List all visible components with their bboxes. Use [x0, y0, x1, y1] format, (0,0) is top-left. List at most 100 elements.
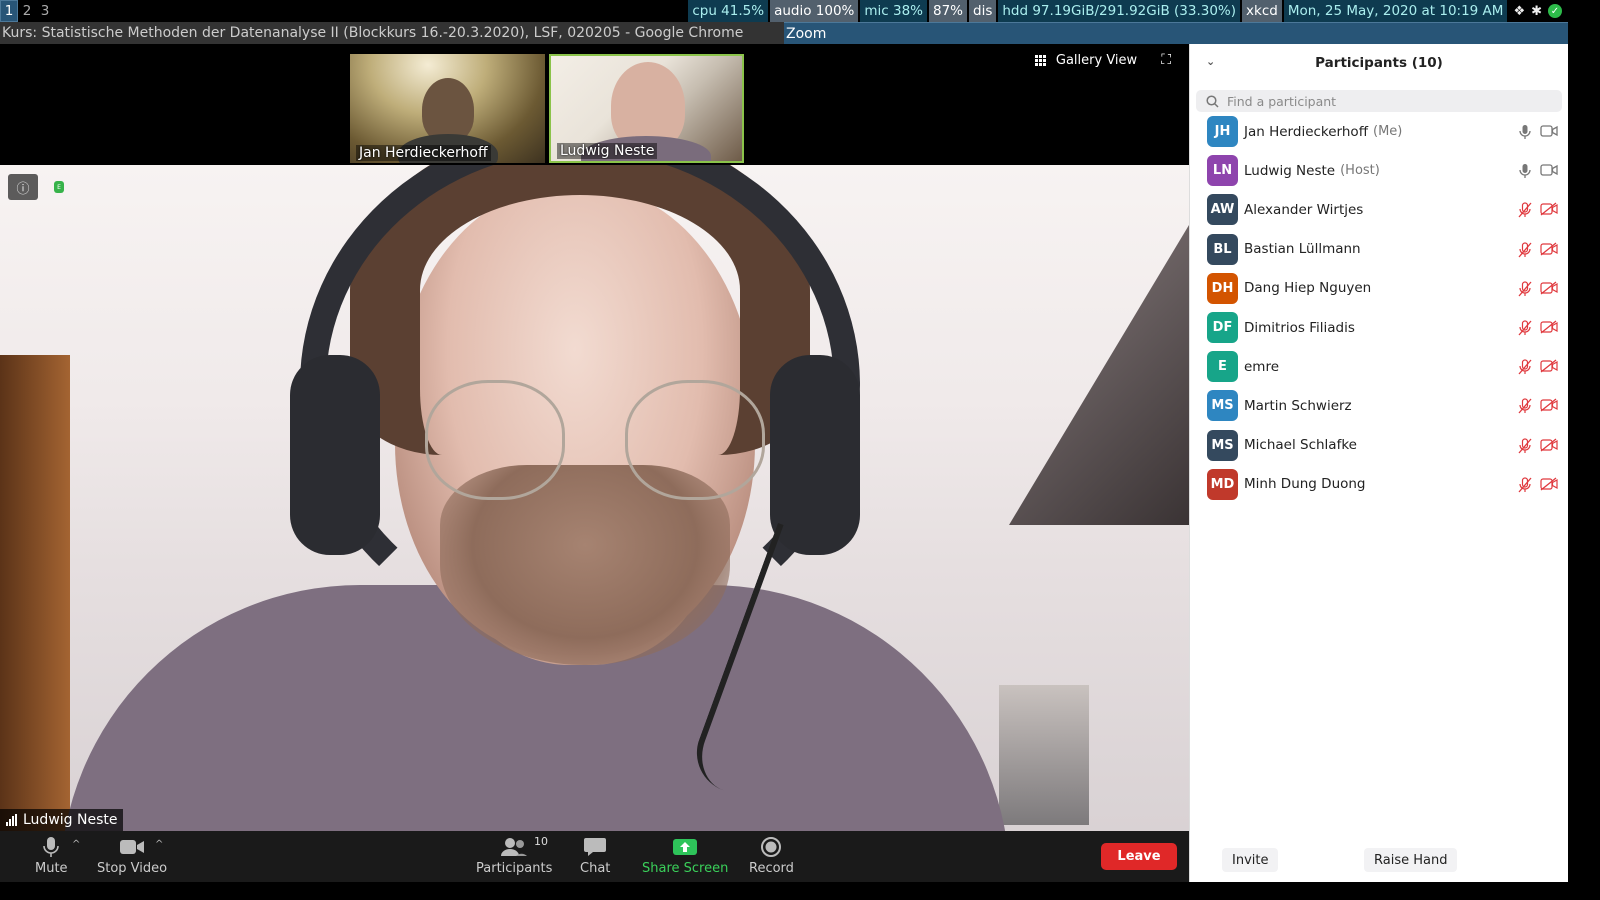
microphone-muted-icon [1518, 398, 1532, 418]
invite-button[interactable]: Invite [1222, 848, 1279, 872]
participant-name: Bastian Lüllmann [1244, 241, 1361, 258]
video-off-icon [1540, 359, 1558, 379]
cpu-status: cpu 41.5% [688, 0, 769, 22]
avatar: MD [1207, 468, 1238, 500]
meeting-info-icon[interactable]: ⓘ [8, 174, 38, 200]
active-speaker-name: Ludwig Neste [23, 812, 118, 828]
slack-icon[interactable]: ✱ [1531, 4, 1542, 19]
record-button[interactable]: Record [749, 835, 794, 876]
sync-ok-icon[interactable]: ✓ [1548, 4, 1562, 18]
video-off-icon [1540, 242, 1558, 262]
participant-status-icons [1518, 124, 1558, 144]
workspace-3[interactable]: 3 [36, 0, 54, 22]
video-options-chevron-icon[interactable]: ^ [155, 839, 163, 850]
participant-row[interactable]: MS Martin Schwierz [1190, 386, 1568, 425]
collapse-chevron-icon[interactable]: ⌄ [1206, 55, 1215, 68]
participant-row[interactable]: DF Dimitrios Filiadis [1190, 308, 1568, 347]
thumbnail-name: Ludwig Neste [557, 143, 658, 159]
avatar: BL [1207, 233, 1238, 265]
participant-row[interactable]: BL Bastian Lüllmann [1190, 230, 1568, 269]
gallery-view-button[interactable]: Gallery View ⛶ [1034, 52, 1171, 68]
encryption-icon[interactable]: E [54, 181, 64, 193]
participant-row[interactable]: DH Dang Hiep Nguyen [1190, 269, 1568, 308]
raise-hand-button[interactable]: Raise Hand [1364, 848, 1458, 872]
participant-row[interactable]: LN Ludwig Neste (Host) [1190, 151, 1568, 190]
video-camera-icon [1540, 124, 1558, 144]
participant-name: Minh Dung Duong [1244, 476, 1366, 493]
active-speaker-video [0, 165, 1189, 831]
participant-status-icons [1518, 241, 1558, 262]
participants-panel-header: ⌄ Participants (10) [1190, 44, 1568, 82]
display-status: dis [969, 0, 997, 22]
search-icon [1206, 94, 1219, 108]
participant-name: Ludwig Neste [1244, 162, 1336, 179]
audio-options-chevron-icon[interactable]: ^ [72, 839, 80, 850]
video-thumbnail-ludwig[interactable]: Ludwig Neste [549, 54, 744, 163]
participant-status-icons [1518, 320, 1558, 340]
participant-search[interactable] [1196, 90, 1562, 112]
participant-name: Jan Herdieckerhoff [1244, 123, 1368, 140]
workspace-1[interactable]: 1 [0, 0, 18, 22]
avatar: MS [1207, 390, 1238, 422]
zoom-window-title[interactable]: Zoom [784, 22, 1568, 44]
video-area: Jan Herdieckerhoff Ludwig Neste Gallery … [0, 44, 1189, 831]
participant-row[interactable]: AW Alexander Wirtjes [1190, 190, 1568, 229]
participant-search-input[interactable] [1227, 93, 1527, 109]
background-poster [999, 685, 1089, 825]
microphone-muted-icon [1518, 241, 1532, 262]
audio-status: audio 100% [770, 0, 859, 22]
video-off-icon [1540, 477, 1558, 497]
headphones-left-cup [290, 355, 380, 555]
video-off-icon [1540, 320, 1558, 340]
microphone-icon [1518, 124, 1532, 144]
participant-name: Michael Schlafke [1244, 437, 1357, 454]
chat-icon [583, 835, 607, 859]
system-tray: ❖ ✱ ✓ [1513, 4, 1568, 19]
share-screen-label: Share Screen [642, 861, 729, 876]
mic-status: mic 38% [860, 0, 927, 22]
window-title-bar: Kurs: Statistische Methoden der Datenana… [0, 22, 1568, 44]
participants-panel-footer: Invite Raise Hand [1190, 848, 1568, 874]
video-off-icon [1540, 398, 1558, 418]
participant-row[interactable]: Eemre [1190, 347, 1568, 386]
xkcd-status: xkcd [1242, 0, 1282, 22]
chat-button[interactable]: Chat [580, 835, 610, 876]
participant-role-tag: (Me) [1373, 124, 1403, 140]
record-icon [760, 835, 782, 859]
participant-status-icons [1518, 281, 1558, 301]
system-status-bar: 1 2 3 cpu 41.5% audio 100% mic 38% 87% d… [0, 0, 1568, 22]
participants-count-badge: 10 [534, 835, 548, 848]
video-camera-icon [119, 835, 145, 859]
avatar: JH [1207, 116, 1238, 148]
record-label: Record [749, 861, 794, 876]
video-thumbnail-jan[interactable]: Jan Herdieckerhoff [350, 54, 545, 163]
participant-row[interactable]: JH Jan Herdieckerhoff (Me) [1190, 112, 1568, 151]
participant-status-icons [1518, 437, 1558, 458]
dropbox-icon[interactable]: ❖ [1513, 4, 1525, 19]
grid-icon [1034, 54, 1046, 66]
participant-status-icons [1518, 202, 1558, 222]
participant-name: Dimitrios Filiadis [1244, 319, 1355, 336]
mute-button[interactable]: Mute [35, 835, 68, 876]
avatar: DF [1207, 312, 1238, 344]
participant-row[interactable]: MS Michael Schlafke [1190, 426, 1568, 465]
chrome-window-title[interactable]: Kurs: Statistische Methoden der Datenana… [0, 22, 784, 44]
active-speaker-label: Ludwig Neste [0, 809, 124, 831]
participant-row[interactable]: MD Minh Dung Duong [1190, 465, 1568, 504]
microphone-muted-icon [1518, 477, 1532, 497]
share-screen-button[interactable]: Share Screen [642, 835, 728, 876]
background-door [0, 355, 70, 831]
stop-video-label: Stop Video [97, 861, 168, 876]
video-off-icon [1540, 437, 1558, 458]
video-camera-icon [1540, 163, 1558, 183]
hdd-status: hdd 97.19GiB/291.92GiB (33.30%) [998, 0, 1241, 22]
signal-strength-icon [6, 814, 17, 826]
workspace-2[interactable]: 2 [18, 0, 36, 22]
video-off-icon [1540, 202, 1558, 222]
glasses-left-lens [425, 380, 565, 500]
fullscreen-icon[interactable]: ⛶ [1161, 52, 1171, 68]
leave-meeting-button[interactable]: Leave [1101, 843, 1177, 870]
background-wall [1009, 225, 1189, 525]
microphone-muted-icon [1518, 437, 1532, 458]
video-off-icon [1540, 281, 1558, 301]
